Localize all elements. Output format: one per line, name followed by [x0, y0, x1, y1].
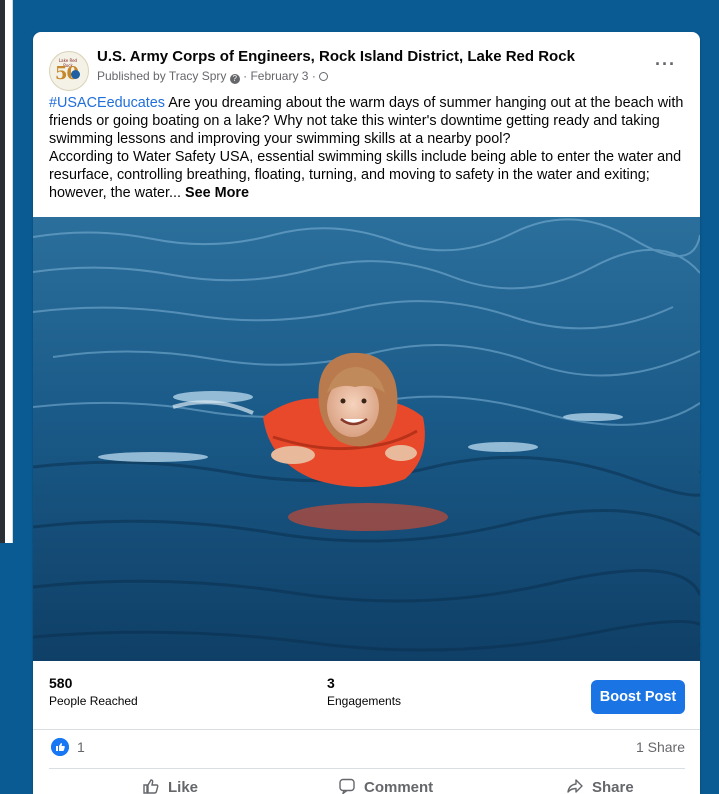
post-meta: Published by Tracy Spry ? · February 3 · — [97, 69, 329, 84]
background-window-dark-strip — [0, 0, 5, 543]
post-date[interactable]: February 3 — [250, 69, 308, 83]
info-icon[interactable]: ? — [229, 74, 240, 84]
like-reaction-icon[interactable] — [51, 738, 69, 756]
page-avatar[interactable]: Lake Red Rock 50 — [49, 51, 89, 91]
hashtag-link[interactable]: #USACEeducates — [49, 95, 165, 111]
meta-separator-2: · — [311, 69, 320, 83]
share-count[interactable]: 1 Share — [636, 739, 685, 755]
post-header: Lake Red Rock 50 U.S. Army Corps of Engi… — [33, 32, 700, 91]
like-button[interactable]: Like — [142, 777, 198, 794]
post-actions: Like Comment Share — [49, 768, 685, 794]
comment-icon — [339, 778, 355, 794]
thumbs-up-icon — [143, 779, 159, 794]
share-button[interactable]: Share — [566, 777, 634, 794]
see-more-link[interactable]: See More — [185, 185, 249, 201]
published-by-label[interactable]: Published by Tracy Spry — [97, 69, 226, 83]
share-icon — [567, 779, 583, 793]
like-label: Like — [168, 779, 199, 794]
facebook-post-card: Lake Red Rock 50 U.S. Army Corps of Engi… — [33, 32, 700, 794]
comment-label: Comment — [364, 779, 434, 794]
engagements-value: 3 — [327, 675, 335, 691]
reactions-bar: 1 1 Share — [33, 730, 700, 768]
more-options-icon[interactable]: ··· — [655, 54, 676, 75]
page-name-link[interactable]: U.S. Army Corps of Engineers, Rock Islan… — [97, 48, 575, 65]
post-insights: 580 People Reached 3 Engagements Boost P… — [33, 661, 700, 730]
people-reached-value: 580 — [49, 675, 73, 691]
share-label: Share — [592, 779, 634, 794]
post-body-paragraph-2: According to Water Safety USA, essential… — [49, 149, 682, 201]
post-photo-child-swimming-in-life-jacket[interactable] — [33, 217, 700, 661]
avatar-emblem-icon — [71, 70, 80, 79]
comment-button[interactable]: Comment — [338, 777, 433, 794]
people-reached-label: People Reached — [49, 694, 138, 708]
boost-post-button[interactable]: Boost Post — [591, 680, 685, 714]
globe-icon — [319, 72, 329, 81]
reaction-count[interactable]: 1 — [77, 739, 85, 755]
post-text: #USACEeducates Are you dreaming about th… — [49, 94, 689, 202]
engagements-label: Engagements — [327, 694, 402, 708]
